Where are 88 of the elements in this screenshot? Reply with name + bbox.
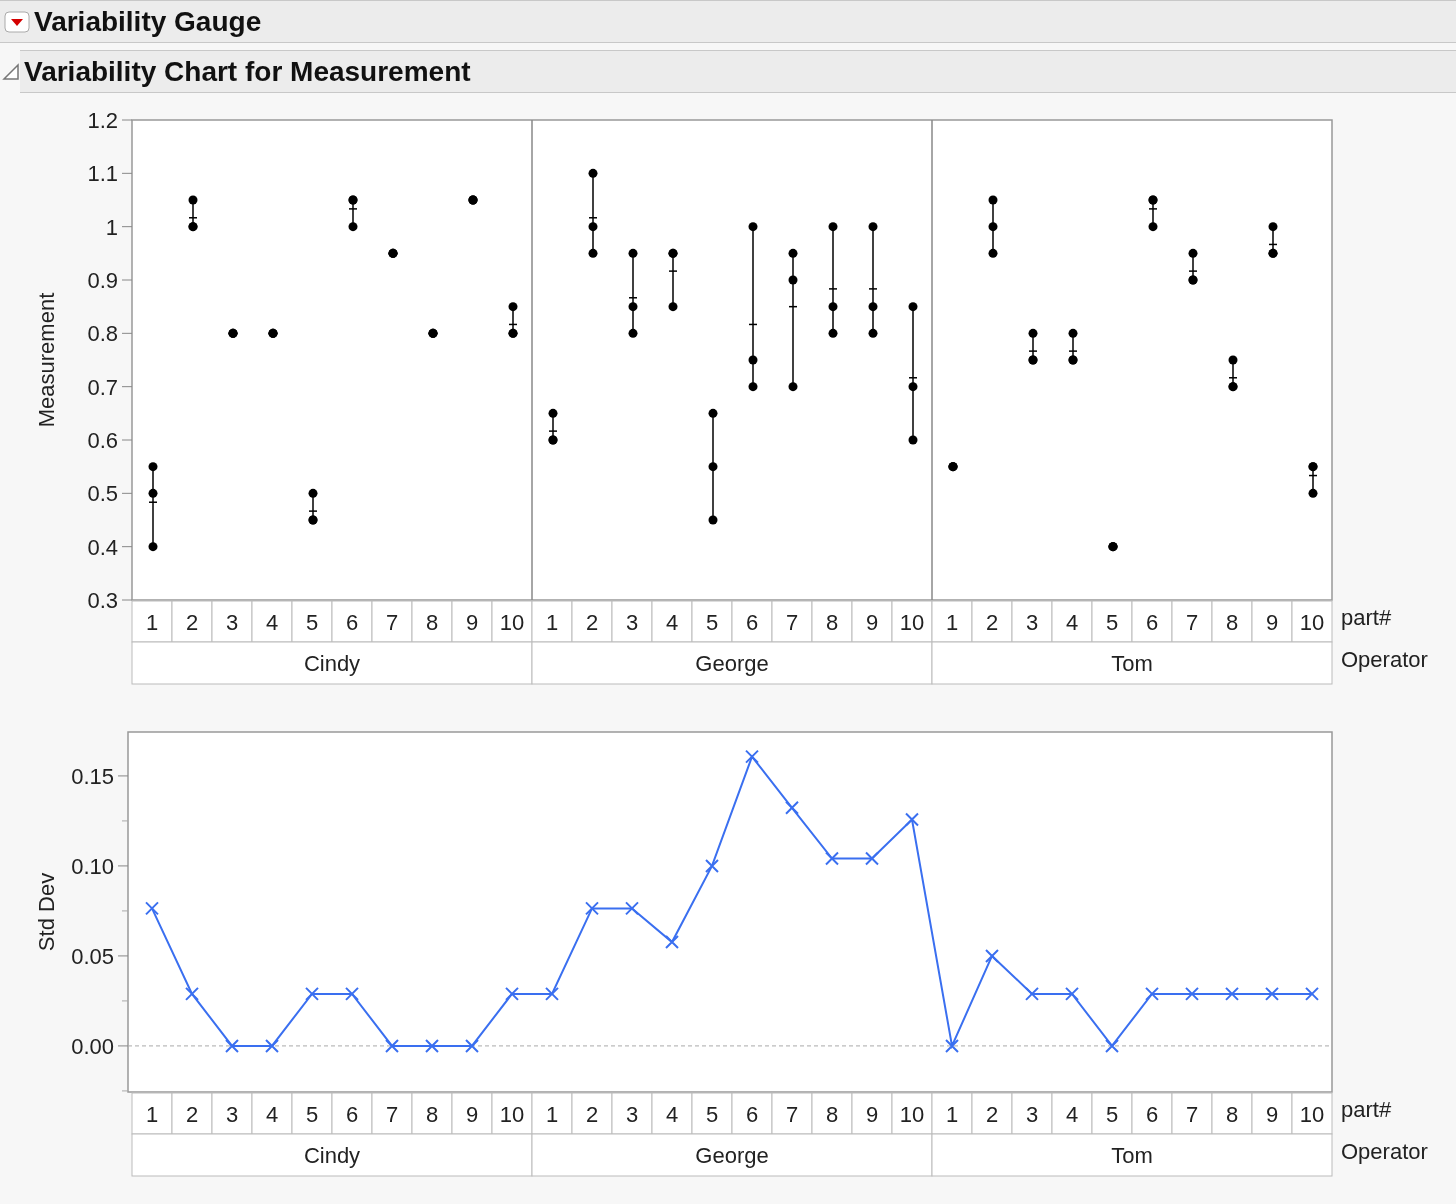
operator-label: Tom — [1111, 651, 1153, 676]
operator-label: Cindy — [303, 651, 361, 676]
part-label: 6 — [1145, 1102, 1159, 1127]
part-label: 5 — [305, 610, 319, 635]
tick-label: 0.00 — [71, 1033, 114, 1059]
part-label: 7 — [785, 1102, 799, 1127]
axis-title: Std Dev — [34, 872, 59, 952]
part-label: 9 — [865, 610, 879, 635]
part-label: 2 — [585, 610, 599, 635]
part-label: 10 — [899, 610, 925, 635]
part-label: 10 — [1299, 1102, 1325, 1127]
part-label: 4 — [1065, 1102, 1079, 1127]
part-label: 8 — [1225, 1102, 1239, 1127]
tick-label: 0.9 — [87, 268, 118, 293]
part-label: 3 — [1025, 610, 1039, 635]
part-label: 6 — [345, 1102, 359, 1127]
section-title: Variability Chart for Measurement — [24, 57, 471, 86]
axis-title: Measurement — [34, 292, 59, 428]
part-label: 4 — [265, 610, 279, 635]
part-label: 3 — [625, 1102, 639, 1127]
axis-title: Operator — [1341, 1139, 1428, 1164]
part-label: 4 — [665, 1102, 679, 1127]
part-label: 4 — [1065, 610, 1079, 635]
tick-label: 1 — [105, 214, 118, 240]
part-label: 8 — [1225, 610, 1239, 635]
part-label: 7 — [385, 610, 399, 635]
axis-title: Operator — [1341, 647, 1428, 672]
part-label: 3 — [225, 1102, 239, 1127]
part-label: 8 — [425, 610, 439, 635]
part-label: 1 — [945, 1102, 959, 1127]
part-label: 8 — [825, 610, 839, 635]
part-label: 4 — [265, 1102, 279, 1127]
operator-label: Tom — [1111, 1143, 1153, 1168]
tick-label: 0.7 — [87, 374, 118, 400]
part-label: 7 — [1185, 1102, 1199, 1127]
part-label: 9 — [1265, 610, 1279, 635]
part-label: 7 — [385, 1102, 399, 1127]
part-label: 1 — [145, 610, 159, 635]
tick-label: 0.4 — [87, 534, 118, 560]
part-label: 9 — [865, 1102, 879, 1127]
part-label: 6 — [745, 1102, 759, 1127]
part-label: 1 — [945, 610, 959, 635]
part-label: 1 — [545, 1102, 559, 1127]
part-label: 8 — [425, 1102, 439, 1127]
tick-label: 0.5 — [87, 481, 118, 507]
part-label: 2 — [585, 1102, 599, 1127]
tick-label: 0.10 — [71, 853, 114, 879]
part-label: 2 — [185, 610, 199, 635]
operator-label: Cindy — [303, 1143, 361, 1168]
part-label: 10 — [1299, 610, 1325, 635]
part-label: 7 — [1185, 610, 1199, 635]
part-label: 1 — [145, 1102, 159, 1127]
part-label: 5 — [1105, 610, 1119, 635]
axis-title: part# — [1341, 605, 1392, 630]
part-label: 3 — [625, 610, 639, 635]
part-label: 6 — [1145, 610, 1159, 635]
part-label: 8 — [825, 1102, 839, 1127]
part-label: 6 — [745, 610, 759, 635]
part-label: 9 — [1265, 1102, 1279, 1127]
part-label: 3 — [1025, 1102, 1039, 1127]
tick-label: 0.6 — [87, 428, 118, 453]
part-label: 4 — [665, 610, 679, 635]
tick-label: 1.1 — [87, 161, 118, 187]
part-label: 1 — [545, 610, 559, 635]
part-label: 10 — [499, 610, 525, 635]
part-label: 7 — [785, 610, 799, 635]
operator-label: George — [695, 1143, 769, 1168]
part-label: 9 — [465, 1102, 479, 1127]
part-label: 5 — [705, 1102, 719, 1127]
tick-label: 0.8 — [87, 321, 118, 347]
part-label: 3 — [225, 610, 239, 635]
part-label: 5 — [1105, 1102, 1119, 1127]
tick-label: 0.05 — [71, 943, 114, 969]
tick-label: 0.3 — [87, 588, 118, 613]
part-label: 2 — [185, 1102, 199, 1127]
operator-label: George — [695, 651, 769, 676]
part-label: 6 — [345, 610, 359, 635]
part-label: 9 — [465, 610, 479, 635]
report-title: Variability Gauge — [34, 7, 262, 36]
part-label: 5 — [305, 1102, 319, 1127]
part-label: 10 — [899, 1102, 925, 1127]
part-label: 2 — [985, 610, 999, 635]
part-label: 2 — [985, 1102, 999, 1127]
tick-label: 1.2 — [87, 108, 118, 133]
axis-title: part# — [1341, 1097, 1392, 1122]
part-label: 10 — [499, 1102, 525, 1127]
tick-label: 0.15 — [71, 763, 114, 789]
part-label: 5 — [705, 610, 719, 635]
